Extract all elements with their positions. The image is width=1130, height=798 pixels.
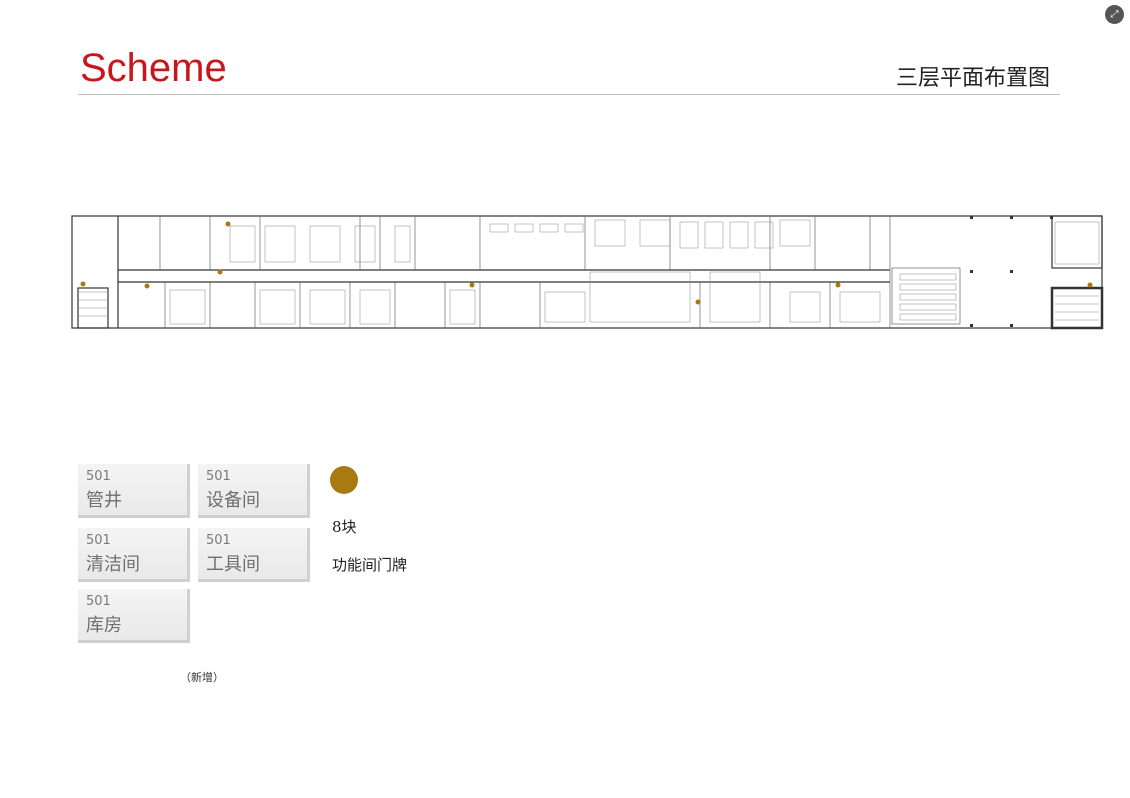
legend-marker-icon: [330, 466, 358, 494]
expand-icon[interactable]: ⤢: [1105, 5, 1124, 24]
sign-name: 清洁间: [86, 554, 140, 575]
door-sign-cleaning-room: 501 清洁间: [78, 528, 190, 582]
header-divider: [78, 94, 1060, 95]
floor-plan: [71, 215, 1104, 330]
sign-name: 工具间: [206, 554, 260, 575]
sign-number: 501: [86, 469, 111, 484]
legend-count: 8块: [332, 518, 357, 536]
page-subtitle: 三层平面布置图: [895, 66, 1050, 91]
door-sign-tool-room: 501 工具间: [198, 528, 310, 582]
door-sign-pipe-shaft: 501 管井: [78, 464, 190, 518]
sign-name: 设备间: [206, 490, 260, 511]
sign-name: 管井: [86, 490, 122, 511]
sign-number: 501: [206, 469, 231, 484]
page-title: Scheme: [80, 46, 227, 90]
door-sign-storeroom: 501 库房: [78, 589, 190, 643]
legend-description: 功能间门牌: [332, 556, 408, 574]
sign-number: 501: [86, 594, 111, 609]
added-note: （新增）: [180, 671, 224, 684]
sign-name: 库房: [86, 615, 122, 636]
door-sign-equipment-room: 501 设备间: [198, 464, 310, 518]
sign-number: 501: [86, 533, 111, 548]
sign-number: 501: [206, 533, 231, 548]
